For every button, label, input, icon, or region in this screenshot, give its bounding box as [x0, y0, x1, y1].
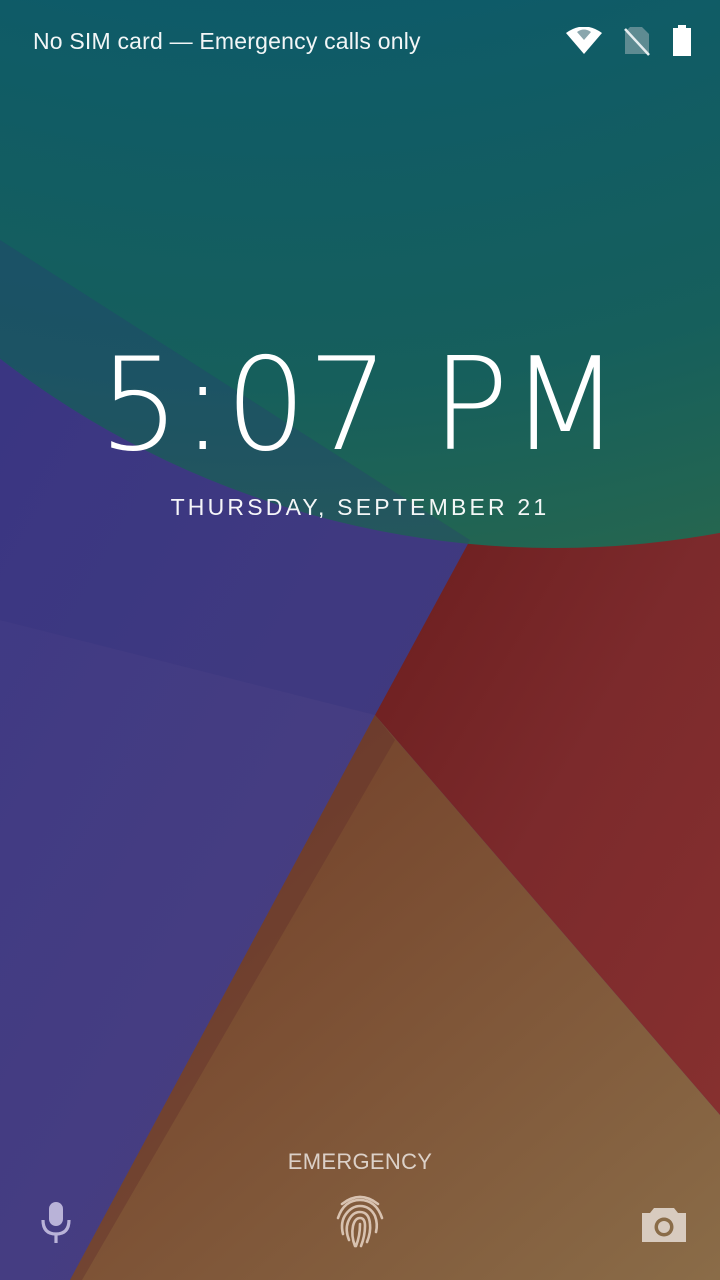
- mic-icon[interactable]: [36, 1198, 76, 1246]
- carrier-text: No SIM card — Emergency calls only: [33, 28, 421, 54]
- camera-icon[interactable]: [640, 1204, 688, 1244]
- emergency-button[interactable]: EMERGENCY: [260, 1144, 460, 1180]
- lock-screen: No SIM card — Emergency calls only 5:07 …: [0, 0, 720, 1280]
- wifi-icon: [566, 27, 602, 55]
- wallpaper: [0, 0, 720, 1280]
- status-bar: No SIM card — Emergency calls only: [0, 0, 720, 82]
- no-sim-icon: [624, 26, 650, 56]
- fingerprint-icon[interactable]: [334, 1192, 386, 1250]
- clock: 5:07 PM: [98, 331, 622, 480]
- battery-icon: [672, 25, 692, 57]
- date: THURSDAY, SEPTEMBER 21: [170, 494, 550, 520]
- status-icons: [566, 24, 692, 58]
